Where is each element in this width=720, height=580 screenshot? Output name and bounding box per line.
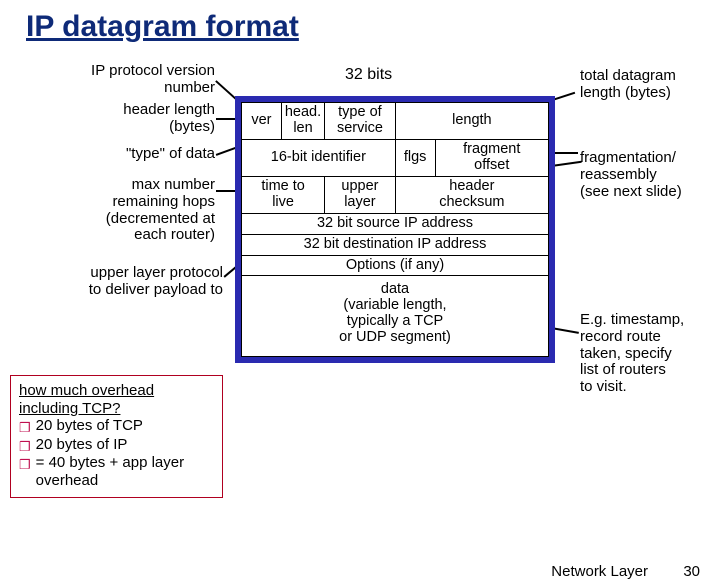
field-source-ip: 32 bit source IP address [242,213,549,234]
overhead-question: how much overhead including TCP? [19,382,214,417]
ann-ttl: max number remaining hops (decremented a… [40,177,215,244]
field-identifier: 16-bit identifier [242,139,396,176]
ann-total-length: total datagram length (bytes) [580,68,715,102]
ann-header-length: header length (bytes) [40,102,215,136]
overhead-bullet-2: ❒20 bytes of IP [19,436,214,454]
field-options: Options (if any) [242,255,549,276]
field-ttl: time to live [242,176,325,213]
overhead-bullet-1: ❒20 bytes of TCP [19,417,214,435]
ann-fragmentation: fragmentation/ reassembly (see next slid… [580,150,715,200]
ip-header-diagram: ver head. len type of service length 16-… [235,96,555,363]
field-hlen: head. len [281,103,324,140]
ann-type-of-data: "type" of data [40,146,215,163]
field-ver: ver [242,103,282,140]
field-dest-ip: 32 bit destination IP address [242,234,549,255]
footer-section: Network Layer [551,563,648,580]
ip-header-table: ver head. len type of service length 16-… [241,102,549,357]
page-title: IP datagram format [0,0,720,44]
bullet-icon: ❒ [19,420,31,435]
field-upper-layer: upper layer [325,176,396,213]
bits-width-label: 32 bits [345,66,392,84]
ann-options: E.g. timestamp, record route taken, spec… [580,312,715,396]
ann-upper-layer: upper layer protocol to deliver payload … [28,265,223,299]
bullet-icon: ❒ [19,457,31,472]
field-length: length [395,103,548,140]
field-data: data (variable length, typically a TCP o… [242,276,549,357]
overhead-question-box: how much overhead including TCP? ❒20 byt… [10,375,223,498]
field-tos: type of service [325,103,396,140]
footer-page-number: 30 [683,563,700,580]
ann-version: IP protocol version number [40,63,215,97]
field-fragment-offset: fragment offset [435,139,548,176]
overhead-bullet-3: ❒= 40 bytes + app layer overhead [19,454,214,489]
bullet-icon: ❒ [19,439,31,454]
diagram-stage: 32 bits IP protocol version number heade… [0,60,720,540]
field-checksum: header checksum [395,176,548,213]
field-flags: flgs [395,139,435,176]
